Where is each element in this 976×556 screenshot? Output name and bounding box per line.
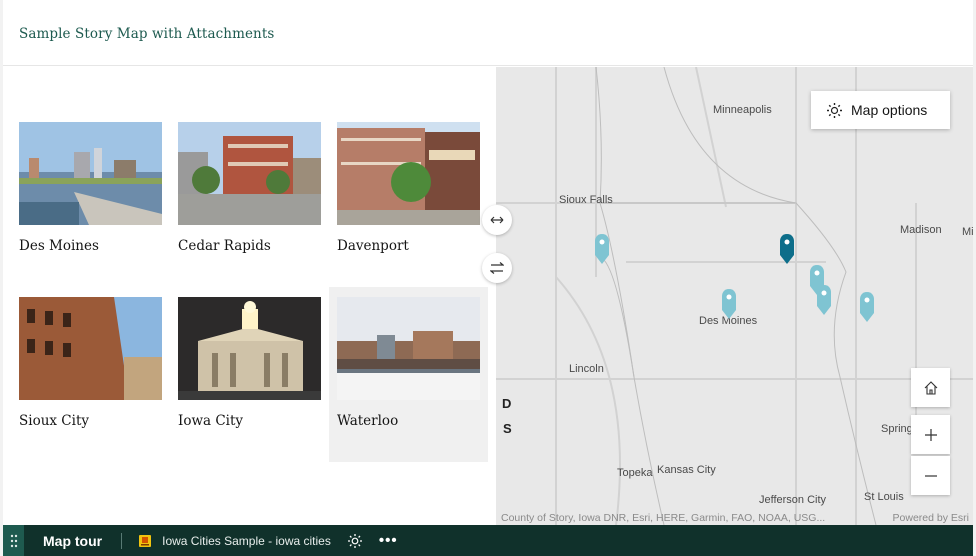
gear-icon xyxy=(827,102,842,118)
expand-panel-button[interactable] xyxy=(482,205,512,235)
map-options-label: Map options xyxy=(851,102,928,118)
story-title: Sample Story Map with Attachments xyxy=(19,26,275,42)
map-label-city: Sioux Falls xyxy=(559,194,613,206)
story-header: Sample Story Map with Attachments xyxy=(3,0,973,66)
card-label: Iowa City xyxy=(178,413,244,429)
map-pin[interactable] xyxy=(859,291,875,323)
zoom-in-icon xyxy=(924,428,937,441)
settings-gear-icon[interactable] xyxy=(347,533,363,549)
waterloo-photo xyxy=(337,297,480,400)
footer-app-name[interactable]: Iowa Cities Sample - iowa cities xyxy=(162,534,331,548)
card-label: Des Moines xyxy=(19,238,99,254)
grip-dots-icon xyxy=(10,534,17,547)
expand-horizontal-icon xyxy=(490,216,504,224)
gallery-card-iowa-city[interactable]: Iowa City xyxy=(162,297,321,472)
zoom-in-button[interactable] xyxy=(911,415,950,454)
gallery-card-waterloo[interactable]: Waterloo xyxy=(329,287,488,462)
card-label: Davenport xyxy=(337,238,409,254)
grip-handle[interactable] xyxy=(3,525,24,556)
iowa-city-photo xyxy=(178,297,321,400)
map-edge-letter: D xyxy=(502,396,512,411)
gallery-card-sioux-city[interactable]: Sioux City xyxy=(3,297,162,472)
map-label-city: Kansas City xyxy=(657,464,716,476)
map-view[interactable]: Minneapolis Sioux Falls Madison Mi Des M… xyxy=(496,67,973,525)
map-pin[interactable] xyxy=(594,233,610,265)
map-label-city: Minneapolis xyxy=(713,104,772,116)
zoom-out-button[interactable] xyxy=(911,456,950,495)
map-pin[interactable] xyxy=(816,284,832,316)
gallery-card-cedar-rapids[interactable]: Cedar Rapids xyxy=(162,122,321,297)
story-app-icon xyxy=(139,534,152,547)
map-label-city: Mi xyxy=(962,226,973,238)
card-label: Sioux City xyxy=(19,413,89,429)
davenport-photo xyxy=(337,122,480,225)
swap-panels-icon xyxy=(490,262,504,274)
gallery-card-davenport[interactable]: Davenport xyxy=(321,122,480,297)
footer-title: Map tour xyxy=(43,532,103,549)
map-label-city: Lincoln xyxy=(569,363,604,375)
map-label-city: Spring xyxy=(881,423,913,435)
map-pin-active[interactable] xyxy=(779,233,795,265)
map-pin[interactable] xyxy=(721,288,737,320)
more-options-button[interactable]: ••• xyxy=(379,532,398,549)
map-label-city: Jefferson City xyxy=(759,494,827,506)
card-label: Cedar Rapids xyxy=(178,238,271,254)
zoom-out-icon xyxy=(924,474,937,477)
map-edge-letter: S xyxy=(503,421,512,436)
des-moines-photo xyxy=(19,122,162,225)
powered-by-esri[interactable]: Powered by Esri xyxy=(893,512,969,524)
sioux-city-photo xyxy=(19,297,162,400)
card-label: Waterloo xyxy=(337,413,399,429)
footer-divider xyxy=(121,532,123,549)
cedar-rapids-photo xyxy=(178,122,321,225)
map-label-city: St Louis xyxy=(864,491,904,503)
map-label-city: Madison xyxy=(900,224,942,236)
app-footer: Map tour Iowa Cities Sample - iowa citie… xyxy=(3,525,973,556)
gallery-card-des-moines[interactable]: Des Moines xyxy=(3,122,162,297)
gallery-panel: Des Moines Cedar Rapids Davenport Sioux … xyxy=(3,67,512,525)
swap-panels-button[interactable] xyxy=(482,253,512,283)
home-button[interactable] xyxy=(911,368,950,407)
map-options-button[interactable]: Map options xyxy=(811,91,950,129)
map-attribution[interactable]: County of Story, Iowa DNR, Esri, HERE, G… xyxy=(501,512,825,524)
home-icon xyxy=(924,380,937,395)
map-label-city: Topeka xyxy=(617,467,653,479)
